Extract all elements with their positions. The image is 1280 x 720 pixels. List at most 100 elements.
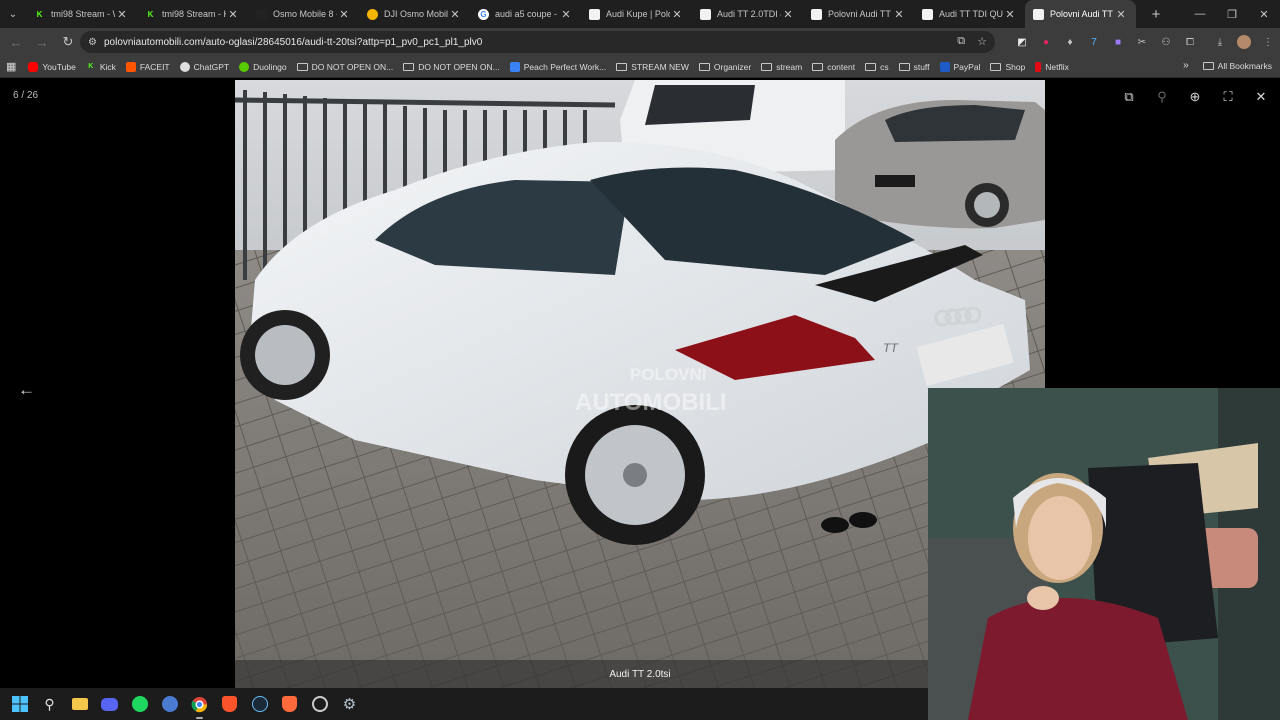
- close-window-icon[interactable]: ✕: [1248, 0, 1280, 28]
- bookmark-item[interactable]: DO NOT OPEN ON...: [403, 62, 500, 72]
- discord-icon[interactable]: [100, 695, 119, 714]
- windows-start-icon[interactable]: [10, 695, 29, 714]
- tab-close-icon[interactable]: ✕: [115, 8, 129, 21]
- tab-close-icon[interactable]: ✕: [226, 8, 240, 21]
- app-icon-blue[interactable]: [160, 695, 179, 714]
- settings-gear-icon[interactable]: ⚙: [340, 695, 359, 714]
- extension-icon-5[interactable]: ■: [1106, 30, 1130, 54]
- tab-close-icon[interactable]: ✕: [1003, 8, 1017, 21]
- bookmark-item[interactable]: Peach Perfect Work...: [509, 61, 607, 72]
- tab-title: Polovni Audi TT 2: [1050, 9, 1114, 19]
- extension-icon-2[interactable]: ●: [1034, 30, 1058, 54]
- bookmark-item[interactable]: ChatGPT: [179, 61, 229, 72]
- minimize-icon[interactable]: —: [1184, 0, 1216, 28]
- install-app-icon[interactable]: ⧉: [957, 35, 965, 48]
- bookmark-label: Shop: [1005, 61, 1026, 72]
- tab[interactable]: Polovni Audi TT S✕: [803, 0, 914, 28]
- fullscreen-icon[interactable]: ⛶: [1217, 88, 1239, 106]
- bookmark-item[interactable]: stream: [761, 62, 802, 72]
- bookmark-item[interactable]: stuff: [898, 62, 930, 72]
- tab[interactable]: Osmo Mobile 8 - ✕: [248, 0, 359, 28]
- car-photo: TT POLOVNI AUTOMOBILI: [235, 80, 1045, 688]
- bookmark-item[interactable]: Netflix: [1035, 61, 1069, 72]
- extension-icon-3[interactable]: ♦: [1058, 30, 1082, 54]
- tab[interactable]: Gaudi a5 coupe - G✕: [470, 0, 581, 28]
- tab-list: Ktmi98 Stream - W ✕ Ktmi98 Stream - Ki ✕ Osm…: [26, 0, 1136, 28]
- bookmark-item[interactable]: Duolingo: [239, 61, 287, 72]
- bookmark-list: YouTube K Kick FACEIT ChatGPT Duolingo DO NOT …: [28, 61, 1079, 72]
- extension-icon-6[interactable]: ✂: [1130, 30, 1154, 54]
- folder-icon: [616, 62, 628, 71]
- all-bookmarks-folder[interactable]: All Bookmarks: [1202, 61, 1272, 71]
- tab[interactable]: Audi TT TDI QUAT✕: [914, 0, 1025, 28]
- bookmark-label: DO NOT OPEN ON...: [311, 61, 394, 72]
- tab-search-icon[interactable]: ⌄: [0, 0, 26, 28]
- extensions-puzzle-icon[interactable]: ⧠: [1178, 30, 1202, 54]
- file-explorer-icon[interactable]: [70, 695, 89, 714]
- polovni-icon: [811, 8, 822, 20]
- app-icon: [509, 61, 520, 72]
- back-button[interactable]: ←: [4, 30, 28, 54]
- tab-close-icon[interactable]: ✕: [892, 8, 906, 21]
- bookmark-star-icon[interactable]: ☆: [977, 35, 987, 48]
- tab-title: audi a5 coupe - G: [495, 9, 559, 19]
- photo-caption: Audi TT 2.0tsi: [235, 660, 1045, 688]
- previous-image-arrow-icon[interactable]: ←: [18, 380, 35, 400]
- bookmark-item[interactable]: K Kick: [86, 62, 116, 72]
- brave-icon[interactable]: [220, 695, 239, 714]
- tab-close-icon[interactable]: ✕: [1114, 8, 1128, 21]
- thumbnails-icon[interactable]: ⧉: [1118, 88, 1140, 106]
- youtube-icon: [28, 61, 39, 72]
- steam-icon[interactable]: [250, 695, 269, 714]
- bookmark-item[interactable]: FACEIT: [125, 61, 170, 72]
- tab-close-icon[interactable]: ✕: [337, 8, 351, 21]
- search-icon[interactable]: ⚲: [40, 695, 59, 714]
- site-info-icon[interactable]: ⚙: [88, 37, 97, 48]
- extension-icon-7[interactable]: ⚇: [1154, 30, 1178, 54]
- folder-icon: [761, 62, 773, 71]
- polovni-icon: [589, 8, 600, 20]
- app-icon-red-dot[interactable]: [310, 695, 329, 714]
- download-icon[interactable]: ⤓: [1208, 30, 1232, 54]
- tab-close-icon[interactable]: ✕: [448, 8, 462, 21]
- bookmark-item[interactable]: PayPal: [939, 61, 980, 72]
- bookmark-item[interactable]: Shop: [990, 62, 1025, 72]
- brave-beta-icon[interactable]: [280, 695, 299, 714]
- bookmark-label: Peach Perfect Work...: [523, 61, 607, 72]
- menu-kebab-icon[interactable]: ⋮: [1256, 30, 1280, 54]
- bookmark-item[interactable]: DO NOT OPEN ON...: [296, 61, 394, 72]
- extension-icon-1[interactable]: ◩: [1010, 30, 1034, 54]
- bookmark-label: Kick: [99, 61, 116, 72]
- tab[interactable]: DJI Osmo Mobile ✕: [359, 0, 470, 28]
- bookmark-item[interactable]: content: [812, 62, 855, 72]
- tab-title: tmi98 Stream - Ki: [162, 9, 226, 19]
- bookmark-label: DO NOT OPEN ON...: [418, 61, 500, 72]
- restore-icon[interactable]: ❐: [1216, 0, 1248, 28]
- bookmark-item[interactable]: YouTube: [28, 61, 76, 72]
- tab[interactable]: Polovni Audi TT 2 ✕: [1025, 0, 1136, 28]
- spotify-icon[interactable]: [130, 695, 149, 714]
- tab[interactable]: Audi Kupe | Polov✕: [581, 0, 692, 28]
- bookmark-item[interactable]: cs: [865, 62, 889, 72]
- tab-close-icon[interactable]: ✕: [781, 8, 795, 21]
- address-bar[interactable]: ⚙ polovniautomobili.com/auto-oglasi/2864…: [80, 31, 995, 53]
- close-viewer-icon[interactable]: ✕: [1250, 88, 1272, 106]
- forward-button[interactable]: →: [30, 30, 54, 54]
- tab-close-icon[interactable]: ✕: [559, 8, 573, 21]
- zoom-out-icon[interactable]: ⚲: [1151, 88, 1173, 106]
- bookmark-item[interactable]: Organizer: [698, 62, 751, 72]
- new-tab-button[interactable]: +: [1144, 6, 1168, 23]
- apps-grid-icon[interactable]: ▦: [6, 60, 16, 73]
- tab-title: Audi Kupe | Polov: [606, 9, 670, 19]
- chrome-icon[interactable]: [190, 695, 209, 719]
- reload-button[interactable]: ↻: [56, 30, 80, 54]
- tab-close-icon[interactable]: ✕: [670, 8, 684, 21]
- more-bookmarks-icon[interactable]: »: [1183, 60, 1189, 71]
- tab[interactable]: Ktmi98 Stream - W ✕: [26, 0, 137, 28]
- avatar[interactable]: [1232, 30, 1256, 54]
- zoom-in-icon[interactable]: ⊕: [1184, 88, 1206, 106]
- extension-icon-4[interactable]: 7: [1082, 30, 1106, 54]
- tab[interactable]: Audi TT 2.0TDI 4X✕: [692, 0, 803, 28]
- bookmark-item[interactable]: STREAM NEW: [616, 62, 689, 72]
- tab[interactable]: Ktmi98 Stream - Ki ✕: [137, 0, 248, 28]
